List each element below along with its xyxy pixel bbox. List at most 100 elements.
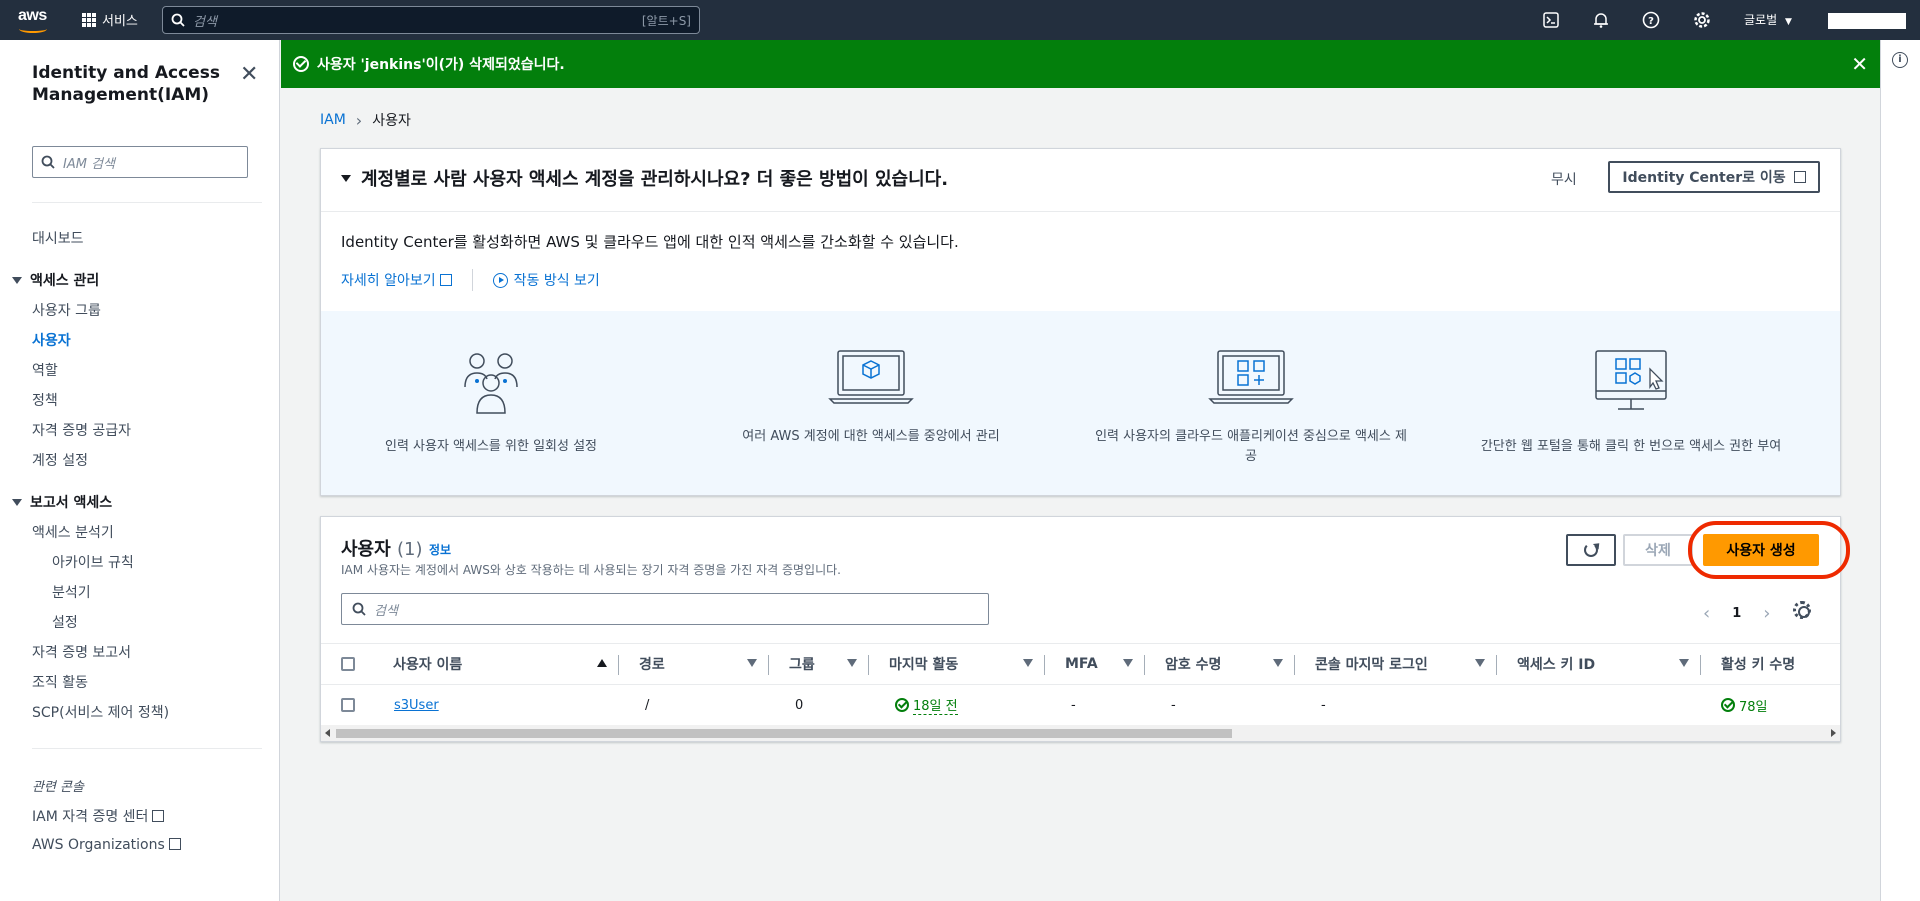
sidebar-item-user-groups[interactable]: 사용자 그룹 — [32, 300, 101, 320]
info-icon[interactable]: i — [1892, 52, 1908, 68]
users-search-input[interactable]: 검색 — [341, 593, 989, 625]
caret-down-icon — [12, 498, 22, 506]
aws-logo[interactable]: aws — [18, 7, 50, 33]
close-icon[interactable]: ✕ — [240, 62, 258, 87]
help-icon[interactable]: ? — [1641, 10, 1661, 30]
sidebar-item-scp[interactable]: SCP(서비스 제어 정책) — [32, 702, 169, 722]
cloudshell-icon[interactable] — [1541, 10, 1561, 30]
chevron-left-icon[interactable]: ‹ — [1703, 603, 1710, 624]
sidebar-item-identity-providers[interactable]: 자격 증명 공급자 — [32, 420, 131, 440]
select-all-checkbox[interactable] — [341, 644, 371, 684]
column-header-access-key-id[interactable]: 액세스 키 ID — [1497, 644, 1701, 684]
link-label: IAM 자격 증명 센터 — [32, 809, 149, 825]
divider — [32, 202, 262, 203]
cell-console-last-login: - — [1321, 697, 1326, 713]
column-label: 액세스 키 ID — [1517, 657, 1596, 673]
sidebar-section-access-management[interactable]: 액세스 관리 — [12, 270, 99, 290]
success-icon — [293, 56, 309, 72]
column-label: 콘솔 마지막 로그인 — [1315, 657, 1428, 673]
sort-ascending-icon — [597, 659, 607, 667]
sort-icon — [1023, 659, 1033, 667]
delete-button[interactable]: 삭제 — [1623, 534, 1693, 566]
sidebar-item-roles[interactable]: 역할 — [32, 360, 58, 380]
column-label: 경로 — [639, 657, 665, 673]
column-header-console-last-sign-in[interactable]: 콘솔 마지막 로그인 — [1295, 644, 1497, 684]
column-header-active-key-age[interactable]: 활성 키 수명 — [1701, 644, 1840, 684]
promo-heading: 계정별로 사람 사용자 액세스 계정을 관리하시나요? 더 좋은 방법이 있습니… — [361, 169, 949, 190]
identity-center-promo: 계정별로 사람 사용자 액세스 계정을 관리하시나요? 더 좋은 방법이 있습니… — [320, 148, 1841, 496]
divider — [321, 211, 1840, 212]
how-it-works-link[interactable]: 작동 방식 보기 — [492, 270, 600, 290]
laptop-cubes-icon — [828, 350, 914, 404]
cell-groups: 0 — [795, 697, 804, 713]
checkbox — [341, 657, 355, 671]
refresh-icon — [1584, 543, 1598, 557]
breadcrumb-iam-link[interactable]: IAM — [320, 112, 346, 128]
external-link-icon — [1793, 171, 1806, 183]
go-to-identity-center-button[interactable]: Identity Center로 이동 — [1608, 161, 1820, 193]
chevron-right-icon[interactable]: › — [1763, 603, 1770, 624]
global-search-input[interactable]: 검색 [알트+S] — [162, 6, 700, 34]
user-name-link[interactable]: s3User — [394, 698, 439, 713]
scrollbar-thumb[interactable] — [336, 729, 1232, 738]
scroll-right-icon[interactable] — [1831, 729, 1836, 737]
sort-icon — [747, 659, 757, 667]
promo-features: 인력 사용자 액세스를 위한 일회성 설정 여러 AWS 계정에 대한 액세스를… — [321, 311, 1840, 495]
sidebar-search-input[interactable]: IAM 검색 — [32, 146, 248, 178]
cell-password-age: - — [1171, 697, 1176, 713]
column-label: 사용자 이름 — [393, 657, 463, 673]
sidebar-link-iam-identity-center[interactable]: IAM 자격 증명 센터 — [32, 806, 165, 826]
info-link[interactable]: 정보 — [429, 541, 451, 558]
column-header-user-name[interactable]: 사용자 이름 — [377, 644, 619, 684]
services-menu-button[interactable]: 서비스 — [82, 10, 138, 29]
sidebar-item-account-settings[interactable]: 계정 설정 — [32, 450, 88, 470]
sidebar-item-users[interactable]: 사용자 — [32, 330, 71, 350]
notifications-icon[interactable] — [1591, 10, 1611, 30]
refresh-button[interactable] — [1566, 534, 1616, 566]
section-label: 보고서 액세스 — [30, 495, 113, 511]
table-preferences-icon[interactable] — [1793, 601, 1811, 619]
settings-icon[interactable] — [1692, 10, 1712, 30]
sidebar-item-policies[interactable]: 정책 — [32, 390, 58, 410]
column-header-last-activity[interactable]: 마지막 활동 — [869, 644, 1045, 684]
search-icon — [352, 602, 366, 616]
promo-header[interactable]: 계정별로 사람 사용자 액세스 계정을 관리하시나요? 더 좋은 방법이 있습니… — [341, 165, 948, 191]
users-table-container: 사용자 (1) 정보 IAM 사용자는 계정에서 AWS와 상호 작용하는 데 … — [320, 516, 1850, 742]
sidebar-item-archive-rules[interactable]: 아카이브 규칙 — [52, 552, 134, 572]
tools-panel: i — [1880, 40, 1920, 901]
sidebar-search-placeholder: IAM 검색 — [63, 156, 115, 172]
column-label: 암호 수명 — [1165, 657, 1222, 673]
services-label: 서비스 — [102, 14, 138, 29]
search-placeholder: 검색 — [374, 603, 398, 619]
sidebar-item-organization-activity[interactable]: 조직 활동 — [32, 672, 88, 692]
learn-more-link[interactable]: 자세히 알아보기 — [341, 270, 452, 290]
column-header-password-age[interactable]: 암호 수명 — [1145, 644, 1295, 684]
current-page[interactable]: 1 — [1732, 606, 1741, 621]
sidebar-item-analyzers[interactable]: 분석기 — [52, 582, 91, 602]
region-selector[interactable]: 글로벌 ▼ — [1744, 11, 1792, 28]
sidebar-item-dashboard[interactable]: 대시보드 — [32, 228, 84, 248]
cell-last-activity: 18일 전 — [895, 685, 958, 725]
close-icon[interactable]: ✕ — [1851, 52, 1868, 76]
aws-smile-icon — [19, 25, 47, 33]
sidebar-item-access-analyzer[interactable]: 액세스 분석기 — [32, 522, 114, 542]
sidebar-item-credential-report[interactable]: 자격 증명 보고서 — [32, 642, 131, 662]
column-header-groups[interactable]: 그룹 — [769, 644, 869, 684]
promo-description: Identity Center를 활성화하면 AWS 및 클라우드 앱에 대한 … — [341, 233, 959, 251]
sidebar-item-settings[interactable]: 설정 — [52, 612, 78, 632]
horizontal-scrollbar[interactable] — [321, 725, 1840, 741]
sidebar-section-access-reports[interactable]: 보고서 액세스 — [12, 492, 112, 512]
row-checkbox[interactable] — [341, 685, 355, 725]
grid-icon — [82, 12, 96, 27]
sidebar-link-aws-organizations[interactable]: AWS Organizations — [32, 837, 181, 853]
success-icon — [895, 698, 909, 712]
dismiss-button[interactable]: 무시 — [1551, 169, 1577, 189]
table-header: 사용자 이름 경로 그룹 마지막 활동 MFA 암호 수명 콘솔 마지막 로그인… — [321, 643, 1840, 685]
column-header-path[interactable]: 경로 — [619, 644, 769, 684]
sort-icon — [1123, 659, 1133, 667]
account-menu[interactable] — [1828, 13, 1906, 29]
success-flashbar: 사용자 'jenkins'이(가) 삭제되었습니다. ✕ — [281, 40, 1880, 88]
column-header-mfa[interactable]: MFA — [1045, 644, 1145, 684]
scroll-left-icon[interactable] — [325, 729, 330, 737]
last-activity-value[interactable]: 18일 전 — [913, 695, 958, 715]
